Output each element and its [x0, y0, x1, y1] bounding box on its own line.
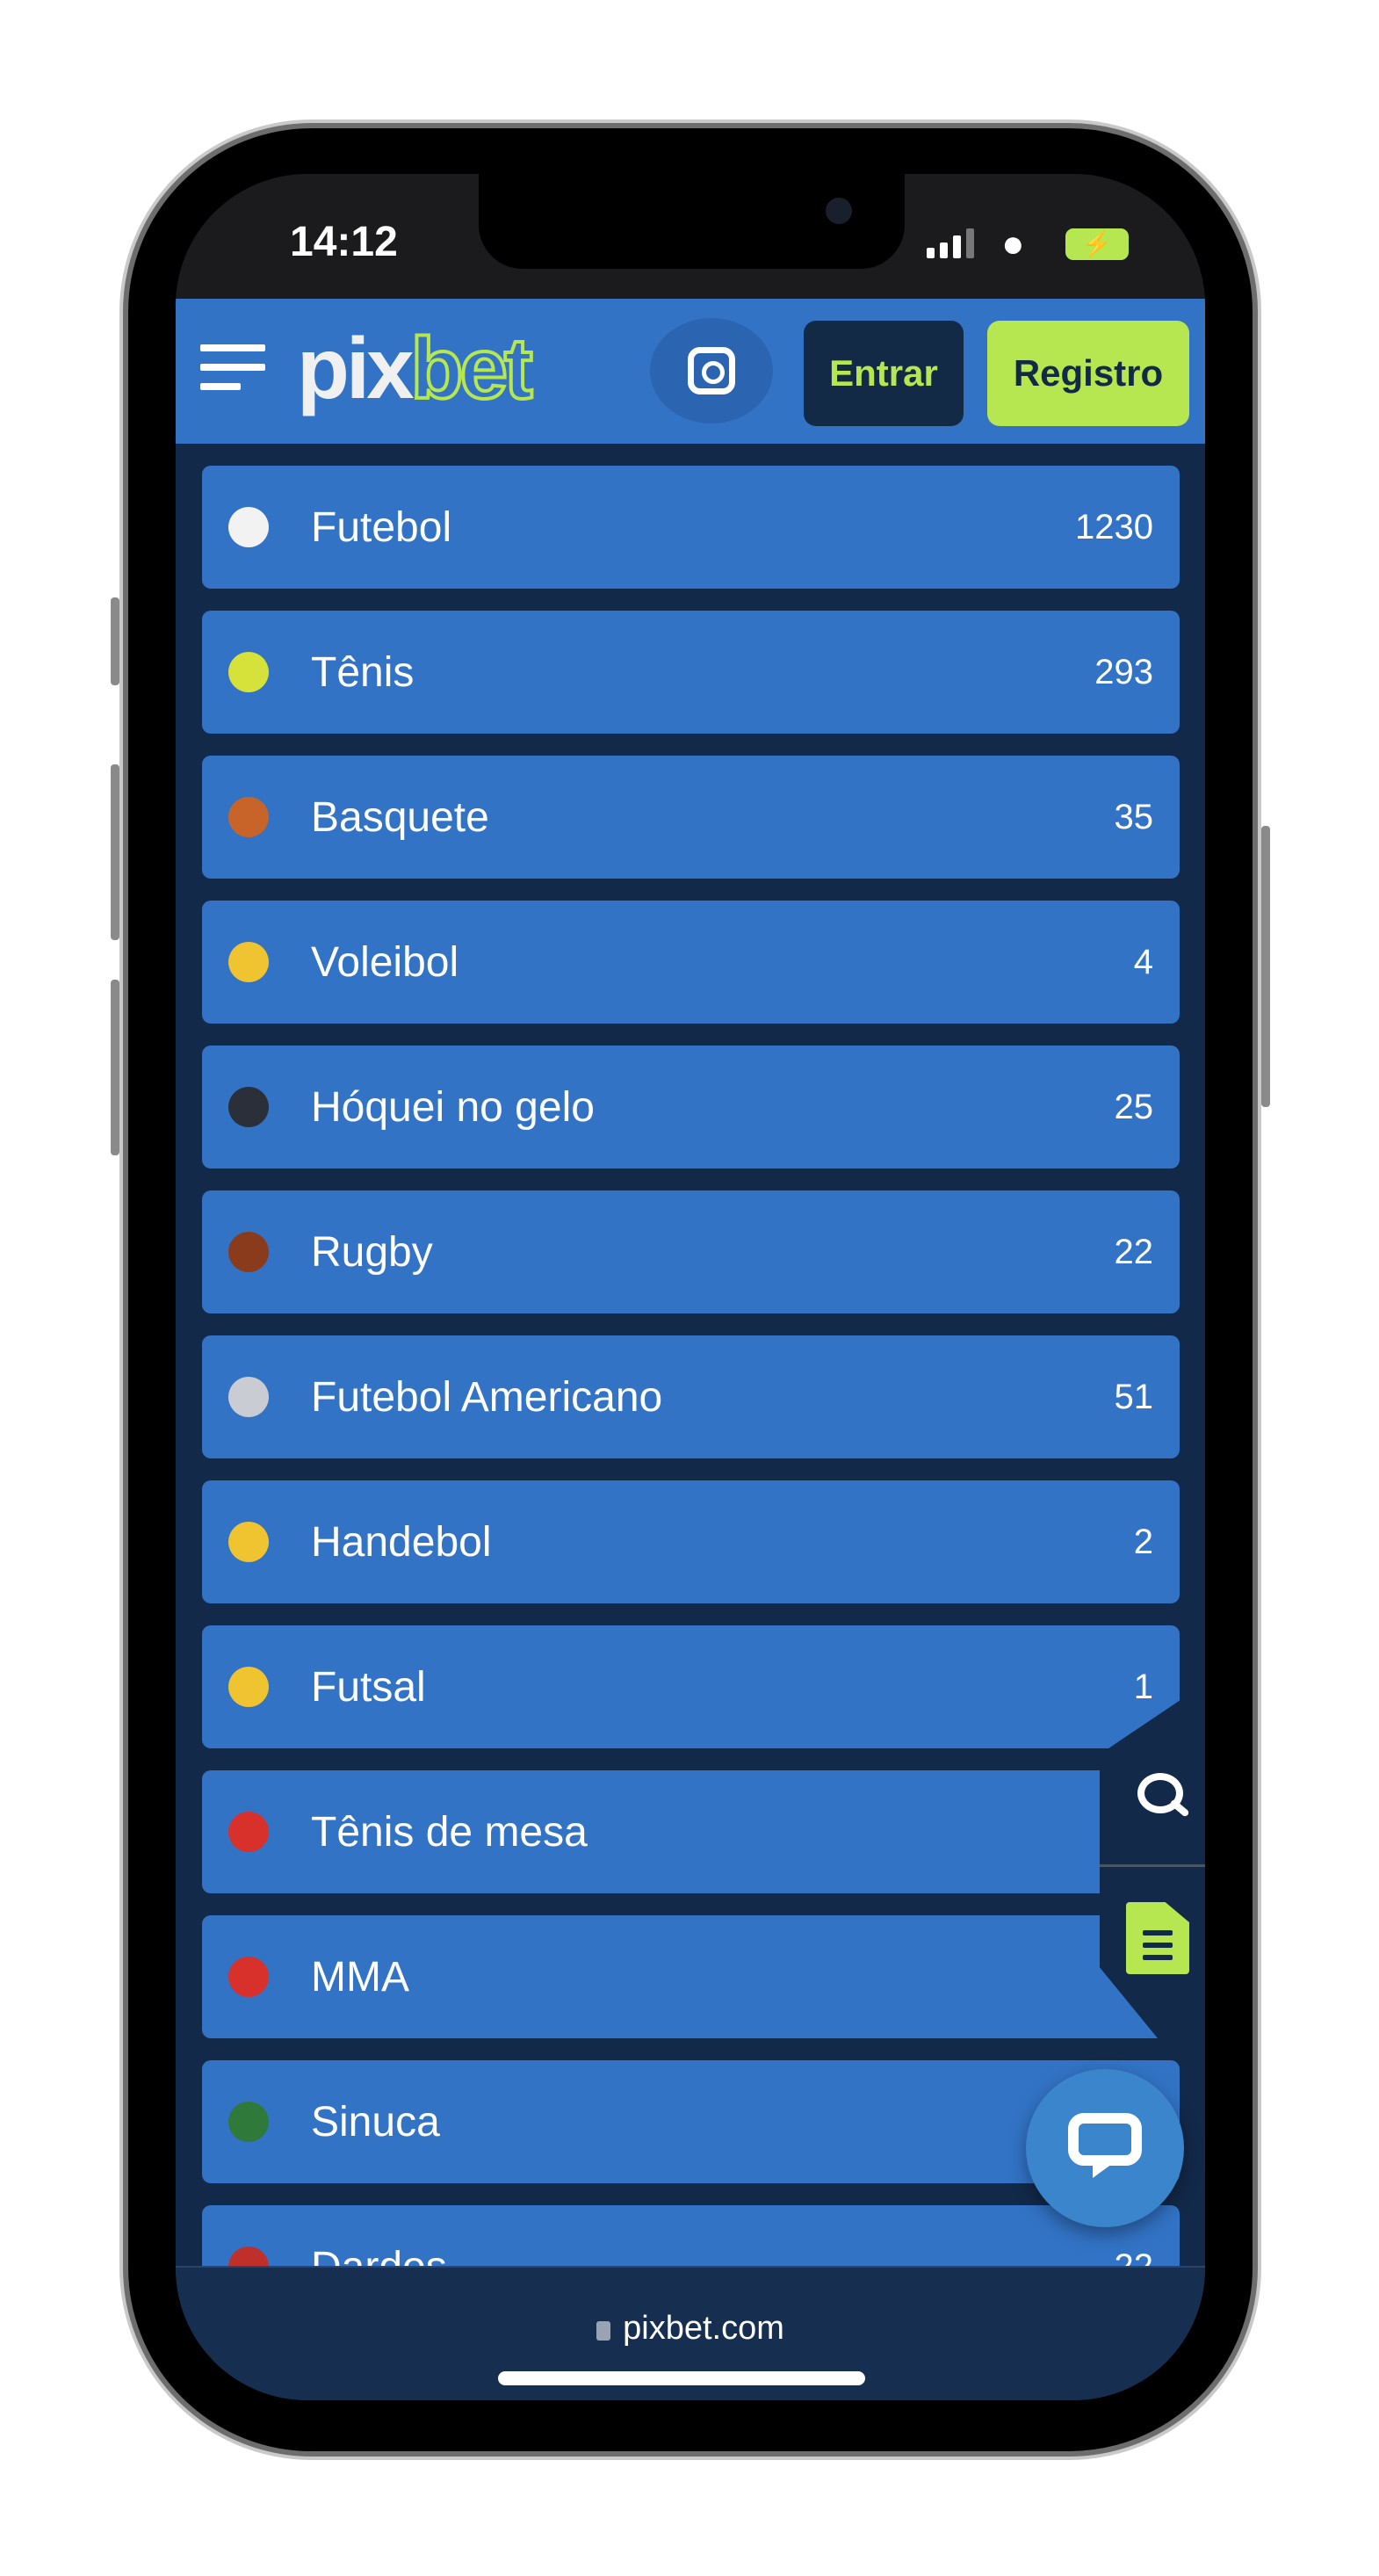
- sport-row-futebol-americano[interactable]: Futebol Americano 51: [202, 1335, 1180, 1458]
- cellular-signal-icon: [927, 228, 974, 258]
- boxing-glove-icon: [228, 1957, 269, 1997]
- futsal-ball-icon: [228, 1667, 269, 1707]
- soccer-ball-icon: [228, 507, 269, 547]
- event-count: 1: [1133, 1667, 1153, 1706]
- sport-label: Voleibol: [311, 938, 459, 986]
- event-count: 1230: [1075, 507, 1153, 546]
- sport-row-basquete[interactable]: Basquete 35: [202, 756, 1180, 879]
- address-bar[interactable]: pixbet.com: [176, 2310, 1205, 2348]
- site-header: pixbet Entrar Registro: [176, 299, 1205, 444]
- logo-bet: bet: [409, 320, 535, 416]
- event-count: 293: [1094, 652, 1153, 691]
- event-count: 25: [1114, 1087, 1154, 1126]
- sport-label: Futebol Americano: [311, 1373, 663, 1421]
- volume-up-button: [111, 764, 119, 940]
- logo-pix: pix: [297, 320, 415, 416]
- power-button: [1261, 826, 1270, 1107]
- handball-icon: [228, 1522, 269, 1562]
- instagram-button[interactable]: [650, 318, 773, 423]
- instagram-icon: [688, 347, 735, 394]
- event-count: 22: [1114, 1232, 1154, 1271]
- divider: [1100, 1864, 1205, 1867]
- sport-row-futebol[interactable]: Futebol 1230: [202, 466, 1180, 589]
- home-indicator[interactable]: [498, 2371, 865, 2385]
- sport-row-handebol[interactable]: Handebol 2: [202, 1480, 1180, 1603]
- event-count: 2: [1133, 1522, 1153, 1561]
- camera-icon: [826, 198, 852, 224]
- mute-switch: [111, 597, 119, 685]
- hamburger-menu-icon[interactable]: [200, 344, 265, 390]
- pool-table-icon: [228, 2102, 269, 2142]
- rugby-ball-icon: [228, 1377, 269, 1417]
- browser-bottom-bar: pixbet.com: [176, 2266, 1205, 2400]
- event-count: 51: [1114, 1377, 1154, 1416]
- american-football-icon: [228, 1232, 269, 1272]
- tennis-ball-icon: [228, 652, 269, 692]
- notch: [479, 174, 905, 269]
- sport-label: Tênis de mesa: [311, 1808, 588, 1856]
- battery-charging-icon: ⚡: [1065, 228, 1129, 260]
- sport-row-h-quei-no-gelo[interactable]: Hóquei no gelo 25: [202, 1046, 1180, 1169]
- ping-pong-icon: [228, 1812, 269, 1852]
- sport-label: Handebol: [311, 1518, 492, 1566]
- sport-row-voleibol[interactable]: Voleibol 4: [202, 901, 1180, 1024]
- event-count: 35: [1114, 797, 1154, 836]
- sport-row-t-nis-de-mesa[interactable]: Tênis de mesa1: [202, 1770, 1180, 1893]
- basketball-icon: [228, 797, 269, 837]
- sport-row-futsal[interactable]: Futsal 1: [202, 1625, 1180, 1748]
- lock-icon: [596, 2321, 611, 2341]
- wifi-icon: ●: [1001, 222, 1025, 265]
- sport-row-t-nis[interactable]: Tênis 293: [202, 611, 1180, 734]
- sport-label: Basquete: [311, 793, 489, 841]
- login-button[interactable]: Entrar: [804, 321, 964, 426]
- sport-label: Futebol: [311, 503, 452, 551]
- sport-label: Rugby: [311, 1228, 433, 1276]
- screen: 14:12 ● ⚡ pixbet Entrar Registro Futebol…: [176, 174, 1205, 2400]
- url-text: pixbet.com: [623, 2310, 784, 2347]
- pixbet-logo[interactable]: pixbet: [297, 323, 535, 413]
- chat-bubble-icon: [1068, 2113, 1142, 2178]
- sport-row-rugby[interactable]: Rugby 22: [202, 1190, 1180, 1313]
- live-chat-button[interactable]: [1026, 2069, 1184, 2227]
- status-time: 14:12: [290, 219, 398, 265]
- hockey-stick-icon: [228, 1087, 269, 1127]
- sport-label: Futsal: [311, 1663, 426, 1711]
- sport-label: Hóquei no gelo: [311, 1083, 595, 1131]
- volleyball-icon: [228, 942, 269, 982]
- register-button[interactable]: Registro: [987, 321, 1189, 426]
- search-icon[interactable]: [1137, 1773, 1187, 1822]
- sport-label: MMA: [311, 1953, 409, 2001]
- volume-down-button: [111, 980, 119, 1155]
- status-bar: 14:12 ● ⚡: [176, 174, 1205, 299]
- event-count: 4: [1133, 942, 1153, 981]
- sport-row-mma[interactable]: MMA: [202, 1915, 1180, 2038]
- sport-label: Tênis: [311, 648, 415, 696]
